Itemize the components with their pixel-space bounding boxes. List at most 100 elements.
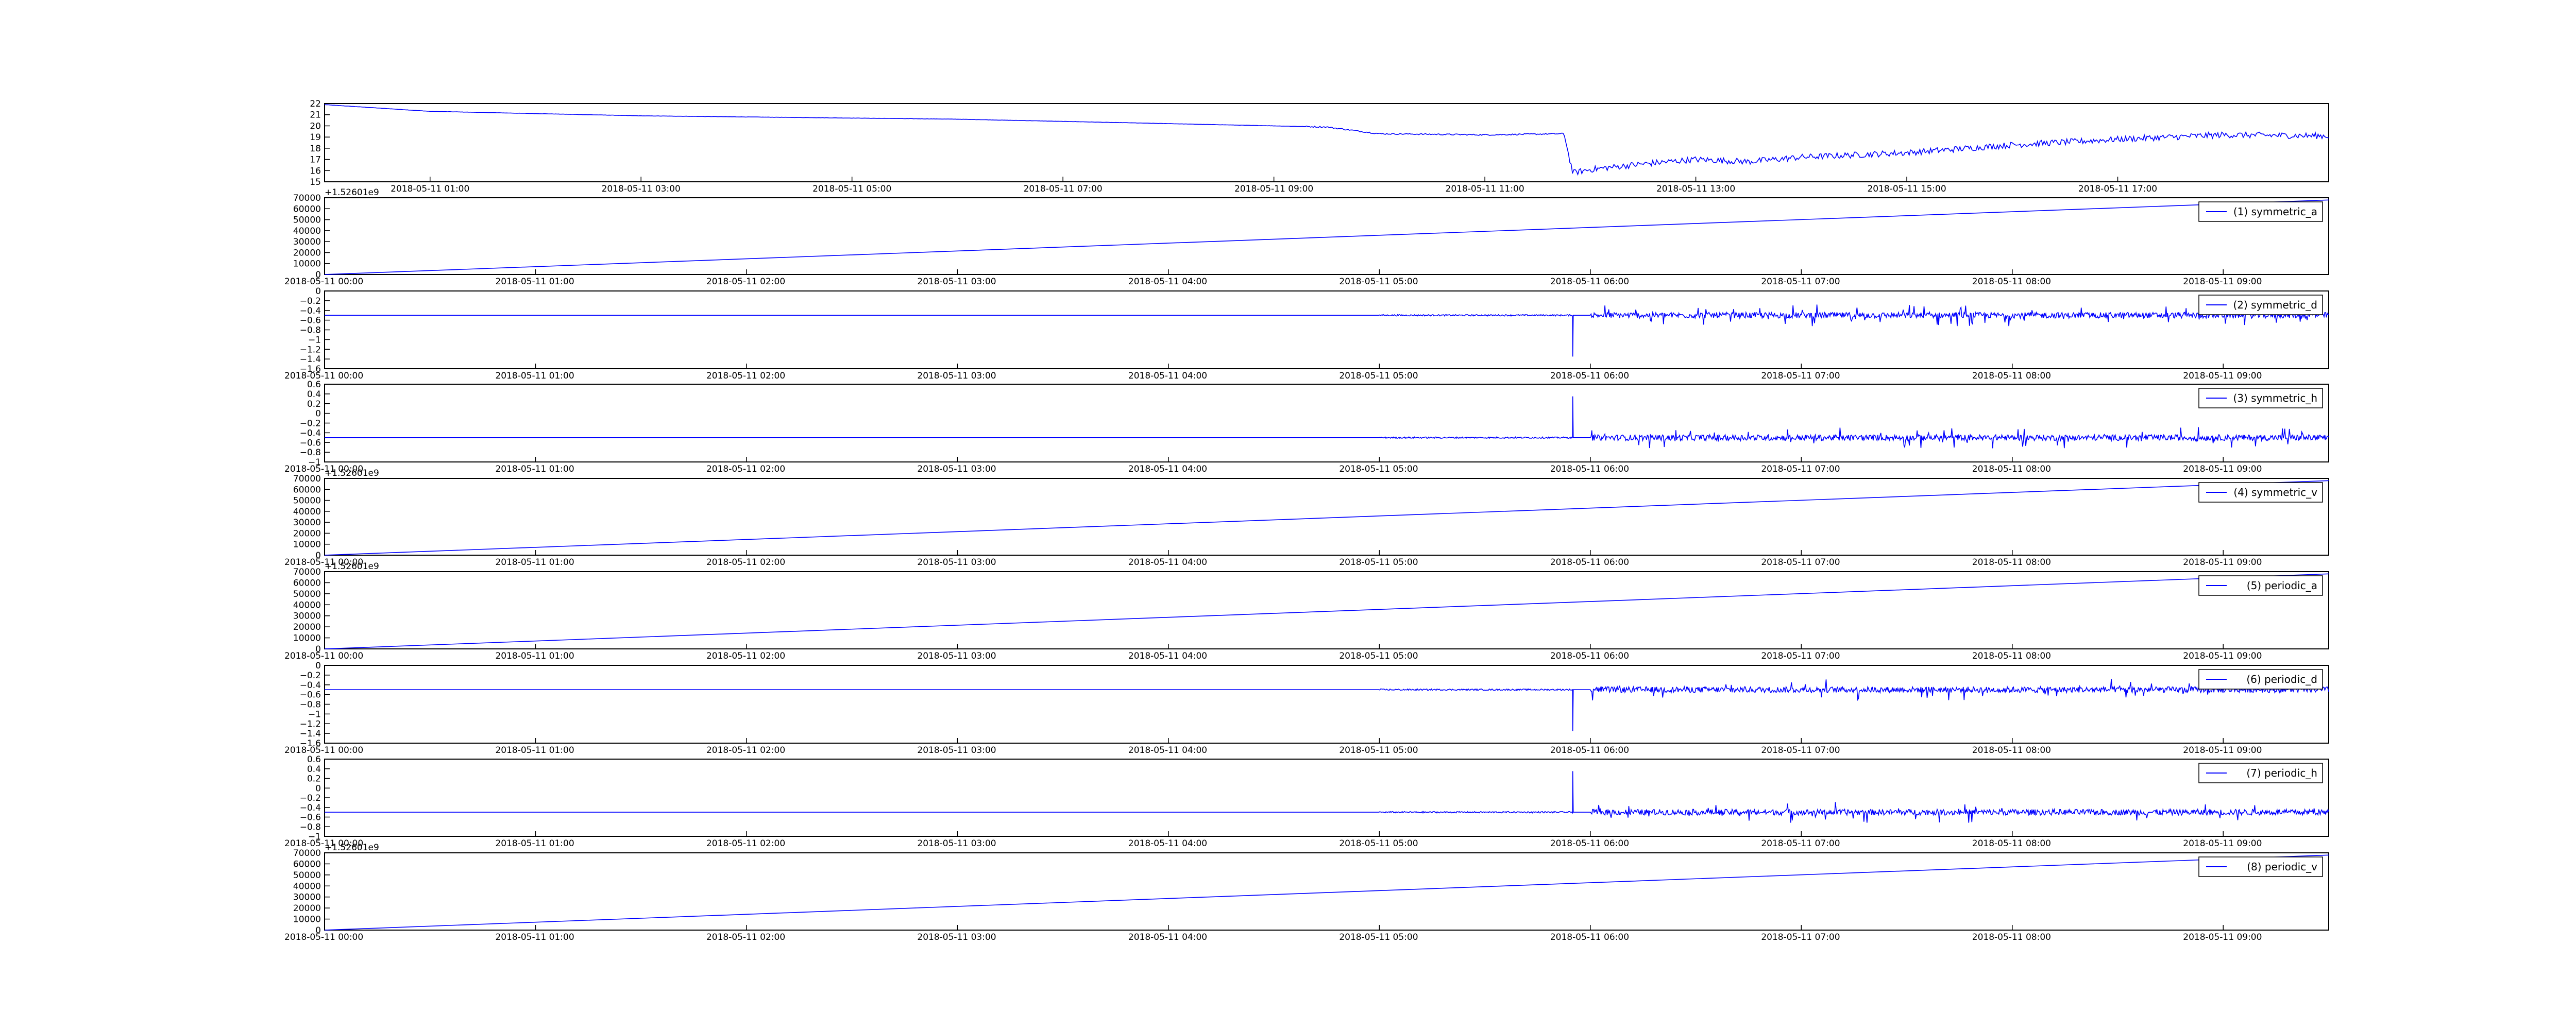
y-tick-label: 30000 [293,892,321,903]
x-tick-label: 2018-05-11 13:00 [1656,184,1735,194]
y-tick-label: 10000 [293,633,321,644]
y-tick-label: 0.4 [307,764,321,775]
legend-label: (3) symmetric_h [2233,392,2317,404]
subplot-6: −1.6−1.4−1.2−1−0.8−0.6−0.4−0.202018-05-1… [284,661,2329,756]
y-tick-label: 0.6 [307,380,321,390]
y-tick-label: 40000 [293,600,321,610]
x-tick-label: 2018-05-11 04:00 [1128,745,1207,756]
y-tick-label: 60000 [293,485,321,495]
y-tick-label: 70000 [293,848,321,859]
subplot-8: 0100002000030000400005000060000700002018… [284,843,2329,942]
legend-label: (2) symmetric_d [2233,299,2317,311]
legend: (5) periodic_a [2198,575,2323,596]
subplot-0: 1516171819202122 2018-05-11 01:00 2018-05-… [310,99,2329,194]
x-tick-label: 2018-05-11 01:00 [495,277,574,287]
x-tick-label: 2018-05-11 05:00 [1339,932,1418,942]
y-tick-label: 0.2 [307,774,321,784]
x-tick-label: 2018-05-11 08:00 [1972,464,2051,474]
plot-frame [324,759,2329,837]
subplot-5: 0100002000030000400005000060000700002018… [284,561,2329,661]
y-tick-label: 50000 [293,870,321,881]
x-tick-label: 2018-05-11 07:00 [1024,184,1103,194]
x-tick-label: 2018-05-11 03:00 [917,464,996,474]
y-tick-label: −0.2 [300,671,321,681]
y-tick-label: −1.4 [300,729,321,739]
y-tick-label: −0.6 [300,438,321,448]
x-tick-label: 2018-05-11 00:00 [284,932,363,942]
x-tick-label: 2018-05-11 02:00 [706,277,785,287]
x-tick-label: 2018-05-11 02:00 [706,838,785,849]
x-tick-label: 2018-05-11 03:00 [917,745,996,756]
series-line [324,480,2329,556]
legend-label: (1) symmetric_a [2233,205,2317,218]
series-line [325,679,2329,731]
x-tick-label: 2018-05-11 09:00 [2183,371,2262,381]
x-tick-label: 2018-05-11 01:00 [495,745,574,756]
x-tick-label: 2018-05-11 00:00 [284,651,363,661]
x-tick-label: 2018-05-11 08:00 [1972,371,2051,381]
y-tick-label: 50000 [293,589,321,599]
x-tick-label: 2018-05-11 08:00 [1972,651,2051,661]
y-tick-label: 30000 [293,237,321,247]
series-line [325,304,2329,357]
y-tick-label: −0.2 [300,419,321,429]
x-tick-label: 2018-05-11 07:00 [1761,745,1840,756]
y-tick-label: 60000 [293,204,321,214]
y-tick-label: −0.4 [300,680,321,691]
legend: (3) symmetric_h [2198,388,2323,408]
x-tick-label: 2018-05-11 03:00 [917,651,996,661]
x-tick-label: 2018-05-11 08:00 [1972,932,2051,942]
y-tick-label: −0.6 [300,316,321,326]
x-tick-label: 2018-05-11 01:00 [495,371,574,381]
y-tick-label: 70000 [293,567,321,577]
y-tick-label: 0.6 [307,754,321,765]
x-tick-label: 2018-05-11 01:00 [495,932,574,942]
y-tick-label: 20000 [293,248,321,258]
subplot-7: −1−0.8−0.6−0.4−0.200.20.40.62018-05-11 0… [284,754,2329,849]
y-tick-label: 18 [310,144,321,154]
subplot-2: −1.6−1.4−1.2−1−0.8−0.6−0.4−0.202018-05-1… [284,286,2329,381]
x-tick-label: 2018-05-11 04:00 [1128,557,1207,568]
y-tick-label: 70000 [293,193,321,203]
x-tick-label: 2018-05-11 01:00 [495,838,574,849]
x-tick-label: 2018-05-11 08:00 [1972,277,2051,287]
x-tick-label: 2018-05-11 00:00 [284,371,363,381]
y-tick-label: 50000 [293,496,321,506]
x-tick-label: 2018-05-11 06:00 [1550,932,1629,942]
y-tick-label: 40000 [293,226,321,236]
x-tick-label: 2018-05-11 05:00 [1339,464,1418,474]
x-tick-label: 2018-05-11 06:00 [1550,464,1629,474]
series-line [325,396,2329,449]
x-tick-label: 2018-05-11 09:00 [2183,464,2262,474]
y-tick-label: 0.2 [307,399,321,409]
legend: (8) periodic_v [2198,856,2323,877]
x-tick-label: 2018-05-11 09:00 [2183,838,2262,849]
y-tick-label: −1.2 [300,719,321,729]
x-tick-label: 2018-05-11 07:00 [1761,838,1840,849]
x-tick-label: 2018-05-11 07:00 [1761,932,1840,942]
y-tick-label: −0.4 [300,803,321,813]
x-tick-label: 2018-05-11 03:00 [917,371,996,381]
y-tick-label: −0.4 [300,306,321,316]
x-tick-label: 2018-05-11 05:00 [812,184,891,194]
y-tick-label: 0 [315,286,321,297]
series-line [325,771,2329,823]
y-tick-label: 16 [310,166,321,176]
y-tick-label: −1 [308,709,321,719]
x-tick-label: 2018-05-11 06:00 [1550,651,1629,661]
y-tick-label: −0.8 [300,700,321,710]
y-tick-label: 10000 [293,259,321,269]
y-tick-label: −0.8 [300,822,321,832]
y-tick-label: 10000 [293,915,321,925]
y-tick-label: 22 [310,99,321,109]
x-tick-label: 2018-05-11 05:00 [1339,277,1418,287]
x-tick-label: 2018-05-11 07:00 [1761,557,1840,568]
y-tick-label: −1 [308,335,321,345]
x-tick-label: 2018-05-11 03:00 [917,932,996,942]
y-tick-label: −0.4 [300,428,321,438]
plot-frame [324,665,2329,744]
x-tick-label: 2018-05-11 07:00 [1761,651,1840,661]
x-tick-label: 2018-05-11 06:00 [1550,277,1629,287]
x-tick-label: 2018-05-11 06:00 [1550,371,1629,381]
x-tick-label: 2018-05-11 08:00 [1972,838,2051,849]
